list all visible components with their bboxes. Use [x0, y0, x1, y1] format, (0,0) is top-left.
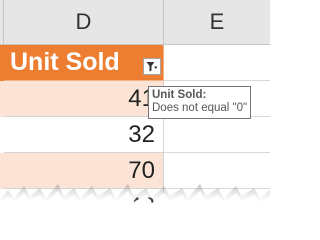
- table-header-cell-e[interactable]: [164, 45, 270, 81]
- table-header-row: Unit Sold: [0, 45, 270, 81]
- table-header-cell-unit-sold[interactable]: Unit Sold: [4, 45, 164, 81]
- tooltip-body: Does not equal "0": [152, 102, 248, 114]
- column-header-e-label: E: [209, 9, 225, 34]
- filter-tooltip: Unit Sold: Does not equal "0": [148, 86, 251, 119]
- filter-funnel-icon: [146, 62, 158, 72]
- column-header-bar: g D E: [0, 0, 270, 45]
- column-header-d[interactable]: D: [4, 0, 164, 44]
- tooltip-title: Unit Sold:: [152, 89, 207, 101]
- column-header-d-label: D: [75, 9, 92, 34]
- spreadsheet-view: g D E Unit Sold 41 32: [0, 0, 270, 213]
- table-row: 32: [0, 117, 270, 153]
- table-cell-unit-sold[interactable]: 32: [4, 117, 164, 153]
- table-header-label: Unit Sold: [10, 48, 120, 76]
- column-header-c-label: g: [0, 9, 1, 35]
- table-cell-e[interactable]: [164, 117, 270, 153]
- autofilter-button[interactable]: [143, 58, 161, 75]
- cell-value: 32: [128, 120, 155, 148]
- torn-edge-decoration: [0, 184, 270, 213]
- column-header-e[interactable]: E: [164, 0, 270, 44]
- table-cell-unit-sold[interactable]: 41: [4, 81, 164, 117]
